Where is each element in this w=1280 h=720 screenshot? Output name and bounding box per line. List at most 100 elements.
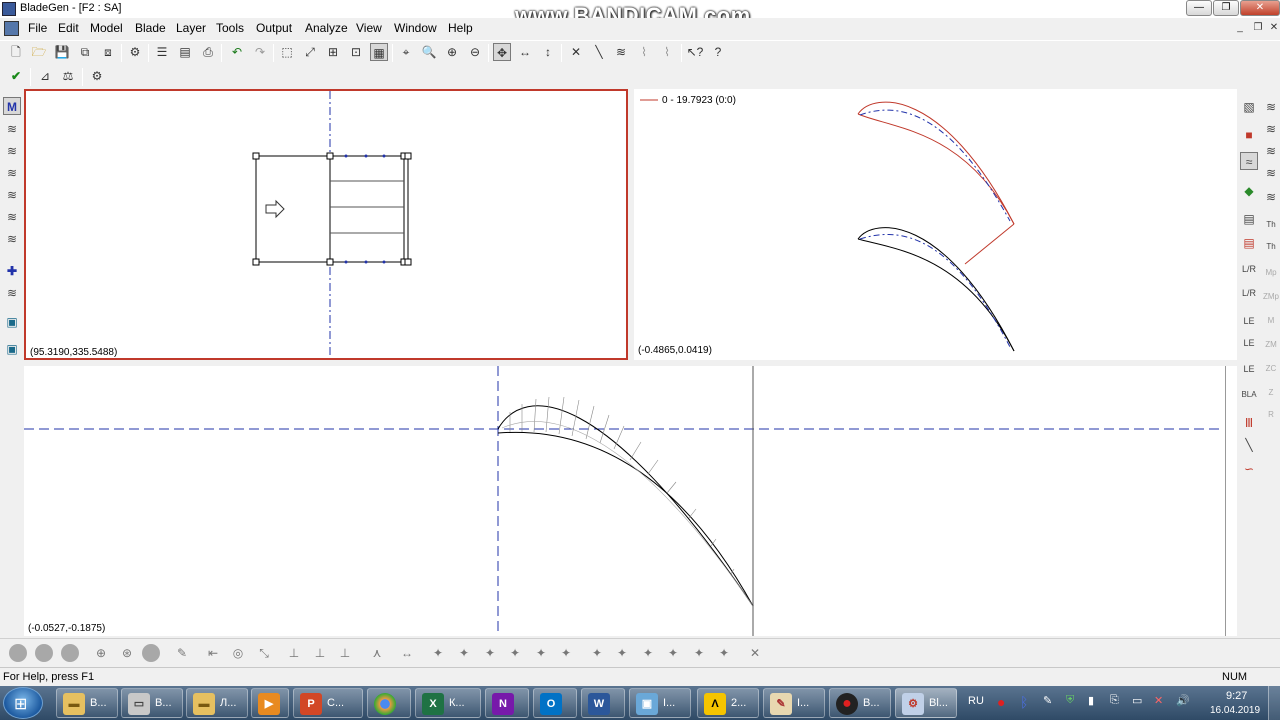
recorder-tray-icon[interactable]: ● bbox=[997, 694, 1005, 710]
color-map-icon[interactable]: ◆ bbox=[1240, 182, 1258, 200]
volume-icon[interactable]: 🔊 bbox=[1176, 694, 1190, 707]
mdi-restore-button[interactable]: ❐ bbox=[1250, 22, 1266, 36]
taskbar-button[interactable]: ⚙ Bl... bbox=[895, 688, 957, 718]
context-help-icon[interactable]: ↖? bbox=[686, 43, 704, 61]
start-button[interactable]: ⊞ bbox=[3, 687, 43, 719]
menu-edit[interactable]: Edit bbox=[58, 21, 79, 35]
bluetooth-icon[interactable]: ᛒ bbox=[1020, 694, 1028, 710]
menu-tools[interactable]: Tools bbox=[216, 21, 244, 35]
bla-plot-icon[interactable]: BLA bbox=[1240, 386, 1258, 404]
pan-horizontal-icon[interactable]: ↔ bbox=[516, 43, 534, 61]
display-icon[interactable]: ▭ bbox=[1132, 694, 1142, 707]
signal-icon[interactable]: ▮ bbox=[1088, 694, 1094, 707]
close-button[interactable]: ✕ bbox=[1240, 0, 1280, 16]
clock-date[interactable]: 16.04.2019 bbox=[1210, 705, 1260, 716]
print-icon[interactable]: ⎙ bbox=[199, 43, 217, 61]
save-all-icon[interactable]: ⧉ bbox=[76, 43, 94, 61]
m-icon[interactable]: M bbox=[1262, 312, 1280, 330]
tool-pen-icon[interactable]: ✎ bbox=[173, 644, 191, 662]
meridional-view-panel[interactable]: (95.3190,335.5488) bbox=[24, 89, 628, 360]
document-icon[interactable] bbox=[4, 21, 19, 36]
th-plot-icon[interactable]: Th bbox=[1262, 216, 1280, 234]
diagonal-tool-icon[interactable]: ╲ bbox=[1240, 436, 1258, 454]
tool-axis-1-icon[interactable]: ⊥ bbox=[285, 644, 303, 662]
taskbar-button[interactable] bbox=[367, 688, 411, 718]
zm-icon[interactable]: ZM bbox=[1262, 336, 1280, 354]
redo-icon[interactable]: ↷ bbox=[251, 43, 269, 61]
view-mode-icon[interactable]: ▧ bbox=[1240, 98, 1258, 116]
shield-icon[interactable]: ⛨ bbox=[1066, 694, 1074, 707]
grid-icon[interactable]: ▦ bbox=[370, 43, 388, 61]
taskbar-button[interactable]: N bbox=[485, 688, 529, 718]
tool-globe-2-icon[interactable]: ⊛ bbox=[118, 644, 136, 662]
zmp-icon[interactable]: ZMp bbox=[1262, 288, 1280, 306]
layer-tool-3-icon[interactable]: ≋ bbox=[3, 164, 21, 182]
zc-icon[interactable]: ZC bbox=[1262, 360, 1280, 378]
tool-edit-9-icon[interactable]: ✦ bbox=[639, 644, 657, 662]
surface-icon[interactable]: ≋ bbox=[612, 43, 630, 61]
undo-icon[interactable]: ↶ bbox=[228, 43, 246, 61]
tool-edit-1-icon[interactable]: ✦ bbox=[429, 644, 447, 662]
taskbar-button[interactable]: ▭ В... bbox=[121, 688, 183, 718]
tool-edit-10-icon[interactable]: ✦ bbox=[664, 644, 682, 662]
mdi-close-button[interactable]: ✕ bbox=[1266, 22, 1280, 36]
blade-to-blade-view-panel[interactable]: 0 - 19.7923 (0:0) (-0.4865,0.0419) bbox=[634, 89, 1237, 360]
intersect-icon[interactable]: ✕ bbox=[567, 43, 585, 61]
layer-tool-1-icon[interactable]: ≋ bbox=[3, 120, 21, 138]
tool-circle-2-icon[interactable] bbox=[35, 644, 53, 662]
blade-to-blade-icon[interactable]: ≈ bbox=[1240, 152, 1258, 170]
tool-edit-11-icon[interactable]: ✦ bbox=[690, 644, 708, 662]
ratio-plot-icon[interactable]: L/R bbox=[1240, 260, 1258, 278]
open-folder-icon[interactable]: 🗁 bbox=[30, 43, 48, 61]
menu-file[interactable]: File bbox=[28, 21, 47, 35]
tool-edit-8-icon[interactable]: ✦ bbox=[613, 644, 631, 662]
ratio-plot-2-icon[interactable]: L/R bbox=[1240, 284, 1258, 302]
tool-edit-4-icon[interactable]: ✦ bbox=[506, 644, 524, 662]
export-icon[interactable]: ⧈ bbox=[99, 43, 117, 61]
tool-edit-3-icon[interactable]: ✦ bbox=[481, 644, 499, 662]
balance-icon[interactable]: ⚖ bbox=[59, 67, 77, 85]
zoom-in-icon[interactable]: ⊕ bbox=[443, 43, 461, 61]
taskbar-button[interactable]: W bbox=[581, 688, 625, 718]
le-plot-icon[interactable]: LE bbox=[1240, 312, 1258, 330]
menu-blade[interactable]: Blade bbox=[135, 21, 166, 35]
le-plot-2-icon[interactable]: LE bbox=[1240, 334, 1258, 352]
checkmark-icon[interactable]: ✔ bbox=[7, 67, 25, 85]
tool-axis-2-icon[interactable]: ⊥ bbox=[311, 644, 329, 662]
taskbar-button[interactable]: X К... bbox=[415, 688, 481, 718]
thickness-scrollbar[interactable] bbox=[1225, 366, 1237, 636]
tool-circle-3-icon[interactable] bbox=[61, 644, 79, 662]
line-icon[interactable]: ╲ bbox=[590, 43, 608, 61]
menu-window[interactable]: Window bbox=[394, 21, 437, 35]
mp-icon[interactable]: Mp bbox=[1262, 264, 1280, 282]
pen-tray-icon[interactable]: ✎ bbox=[1043, 694, 1052, 707]
network-icon[interactable]: ✕ bbox=[1154, 694, 1163, 707]
maximize-button[interactable]: ❐ bbox=[1213, 0, 1239, 16]
mdi-minimize-button[interactable]: _ bbox=[1232, 22, 1248, 36]
3d-view-icon[interactable]: ■ bbox=[1240, 126, 1258, 144]
edit-data-icon[interactable]: ▣ bbox=[3, 340, 21, 358]
zoom-window-icon[interactable]: ⬚ bbox=[278, 43, 296, 61]
side-tool-1-icon[interactable]: ≋ bbox=[1262, 98, 1280, 116]
language-indicator[interactable]: RU bbox=[968, 695, 984, 707]
taskbar-button[interactable]: ▣ I... bbox=[629, 688, 691, 718]
menu-model[interactable]: Model bbox=[90, 21, 123, 35]
tool-circle-1-icon[interactable] bbox=[9, 644, 27, 662]
tool-branch-icon[interactable]: ⋏ bbox=[368, 644, 386, 662]
tool-scale-icon[interactable]: ⤡ bbox=[255, 644, 273, 662]
tool-edit-6-icon[interactable]: ✦ bbox=[557, 644, 575, 662]
save-icon[interactable]: 💾 bbox=[53, 43, 71, 61]
r-icon[interactable]: R bbox=[1262, 406, 1280, 424]
z-icon[interactable]: Z bbox=[1262, 384, 1280, 402]
side-tool-4-icon[interactable]: ≋ bbox=[1262, 164, 1280, 182]
tool-cross-icon[interactable]: ✕ bbox=[746, 644, 764, 662]
report-icon[interactable]: ▤ bbox=[1240, 234, 1258, 252]
help-icon[interactable]: ? bbox=[709, 43, 727, 61]
taskbar-button[interactable]: P С... bbox=[293, 688, 363, 718]
tool-edit-12-icon[interactable]: ✦ bbox=[715, 644, 733, 662]
table-icon[interactable]: ▤ bbox=[176, 43, 194, 61]
taskbar-button[interactable]: ▬ Л... bbox=[186, 688, 248, 718]
minimize-button[interactable]: — bbox=[1186, 0, 1212, 16]
angle-thickness-icon[interactable]: ⊿ bbox=[36, 67, 54, 85]
pan-vertical-icon[interactable]: ↕ bbox=[539, 43, 557, 61]
